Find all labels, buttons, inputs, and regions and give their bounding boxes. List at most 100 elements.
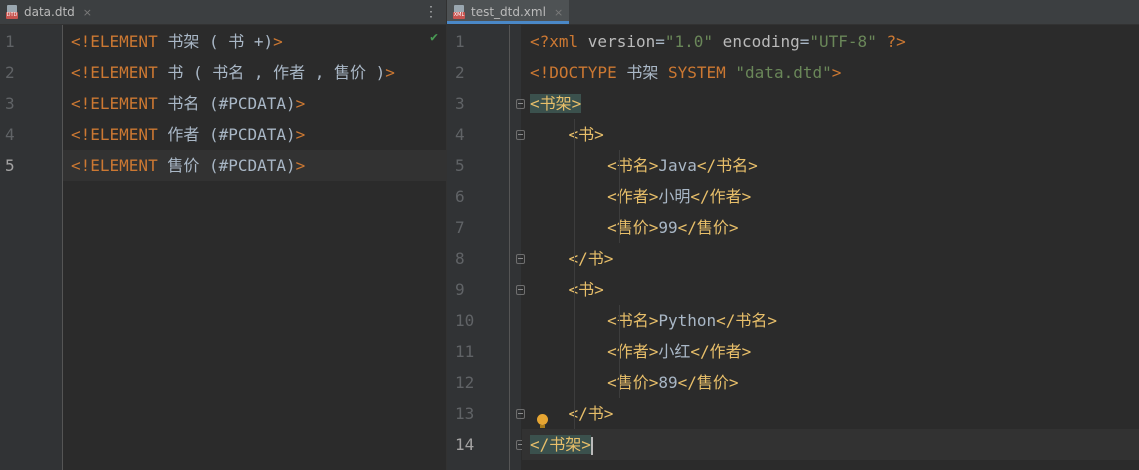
code-line[interactable]: <作者>小明</作者> (522, 181, 1139, 212)
line-number[interactable]: 2 (5, 57, 15, 88)
code-line[interactable]: <?xml version="1.0" encoding="UTF-8" ?> (522, 26, 1139, 57)
line-number[interactable]: 4 (5, 119, 15, 150)
active-tab-indicator (447, 21, 570, 24)
code-line[interactable]: </书架> (522, 429, 1139, 460)
xml-file-icon: XML (453, 5, 465, 19)
code-token: </书> (568, 249, 614, 268)
code-token: 作者 (#PCDATA) (167, 125, 296, 144)
code-line[interactable]: </书> (522, 243, 1139, 274)
dtd-file-icon: DTD (6, 5, 18, 19)
code-line[interactable]: <!DOCTYPE 书架 SYSTEM "data.dtd"> (522, 57, 1139, 88)
line-number[interactable]: 2 (455, 57, 465, 88)
line-number[interactable]: 13 (455, 398, 474, 429)
code-token: "1.0" (664, 32, 714, 51)
code-line[interactable]: <!ELEMENT 作者 (#PCDATA)> (63, 119, 446, 150)
code-token: encoding (713, 32, 800, 51)
code-token: <作者> (607, 342, 659, 361)
line-number[interactable]: 3 (5, 88, 15, 119)
gutter-separator (509, 25, 510, 470)
code-token: </作者> (690, 342, 752, 361)
code-token: 书 ( 书名 , 作者 , 售价 ) (167, 63, 386, 82)
line-number[interactable]: 12 (455, 367, 474, 398)
code-token: </售价> (677, 373, 739, 392)
code-token: Java (658, 156, 697, 175)
code-token: <售价> (607, 373, 659, 392)
line-number[interactable]: 8 (455, 243, 465, 274)
line-number[interactable]: 4 (455, 119, 465, 150)
code-token: "UTF-8" (809, 32, 877, 51)
code-line[interactable]: <书架> (522, 88, 1139, 119)
text-caret (590, 436, 593, 455)
line-number[interactable]: 1 (5, 26, 15, 57)
code-area[interactable]: <!ELEMENT 书架 ( 书 +)> <!ELEMENT 书 ( 书名 , 作… (63, 25, 446, 470)
line-number[interactable]: 5 (455, 150, 465, 181)
indent-guide (619, 305, 620, 398)
indent-guide (574, 119, 575, 429)
code-token: version (587, 32, 656, 51)
code-token: 89 (658, 373, 678, 392)
line-number[interactable]: 11 (455, 336, 474, 367)
code-area[interactable]: <?xml version="1.0" encoding="UTF-8" ?> <… (522, 25, 1139, 470)
code-token: SYSTEM (667, 63, 736, 82)
code-token: <书架> (530, 94, 582, 113)
code-token: 书名 (#PCDATA) (167, 94, 296, 113)
code-token: > (295, 156, 306, 175)
code-line[interactable]: <售价>99</售价> (522, 212, 1139, 243)
code-line[interactable]: <!ELEMENT 售价 (#PCDATA)> (63, 150, 446, 181)
code-line[interactable]: <售价>89</售价> (522, 367, 1139, 398)
line-number[interactable]: 6 (455, 181, 465, 212)
code-line[interactable]: </书> (522, 398, 1139, 429)
tab-data-dtd[interactable]: DTD data.dtd × (0, 0, 98, 24)
code-token: <作者> (607, 187, 659, 206)
dtd-editor-pane: DTD data.dtd × ⋮ 12345 <!ELEMENT 书架 ( 书 … (0, 0, 446, 470)
code-token: 小红 (658, 342, 691, 361)
line-number[interactable]: 9 (455, 274, 465, 305)
code-line[interactable]: <作者>小红</作者> (522, 336, 1139, 367)
line-number[interactable]: 1 (455, 26, 465, 57)
indent-guide (619, 150, 620, 243)
code-token: 99 (658, 218, 678, 237)
line-number[interactable]: 7 (455, 212, 465, 243)
code-token: > (385, 63, 395, 82)
close-tab-icon[interactable]: × (554, 6, 563, 19)
code-token: <书名> (607, 156, 659, 175)
lightbulb-intention-icon[interactable] (537, 414, 548, 428)
code-token: > (273, 32, 283, 51)
code-token: </书名> (716, 311, 778, 330)
inspection-ok-icon[interactable]: ✔ (430, 30, 438, 45)
tab-test-dtd-xml[interactable]: XML test_dtd.xml × (447, 0, 570, 24)
line-number[interactable]: 5 (5, 150, 15, 181)
code-line[interactable]: <书> (522, 119, 1139, 150)
code-line[interactable]: <!ELEMENT 书名 (#PCDATA)> (63, 88, 446, 119)
code-line[interactable]: <书名>Java</书名> (522, 150, 1139, 181)
code-token: 售价 (#PCDATA) (167, 156, 296, 175)
line-number[interactable]: 10 (455, 305, 474, 336)
code-token: > (295, 94, 306, 113)
code-token: </书名> (696, 156, 758, 175)
code-token: <!ELEMENT (71, 125, 168, 144)
code-token: > (831, 63, 842, 82)
code-token: Python (658, 311, 717, 330)
line-number[interactable]: 3 (455, 88, 465, 119)
code-line[interactable]: <书> (522, 274, 1139, 305)
code-token: <!ELEMENT (71, 63, 168, 82)
close-tab-icon[interactable]: × (83, 6, 92, 19)
code-token: <?xml (530, 32, 588, 51)
code-token: = (799, 32, 810, 51)
code-token: </作者> (690, 187, 752, 206)
code-token: <!DOCTYPE (530, 63, 627, 82)
code-line[interactable]: <!ELEMENT 书架 ( 书 +)> (63, 26, 446, 57)
code-token: <书名> (607, 311, 659, 330)
code-line[interactable]: <!ELEMENT 书 ( 书名 , 作者 , 售价 )> (63, 57, 446, 88)
more-options-icon[interactable]: ⋮ (424, 4, 438, 20)
code-line[interactable]: <书名>Python</书名> (522, 305, 1139, 336)
line-number[interactable]: 14 (455, 429, 474, 460)
code-token: = (655, 32, 665, 51)
